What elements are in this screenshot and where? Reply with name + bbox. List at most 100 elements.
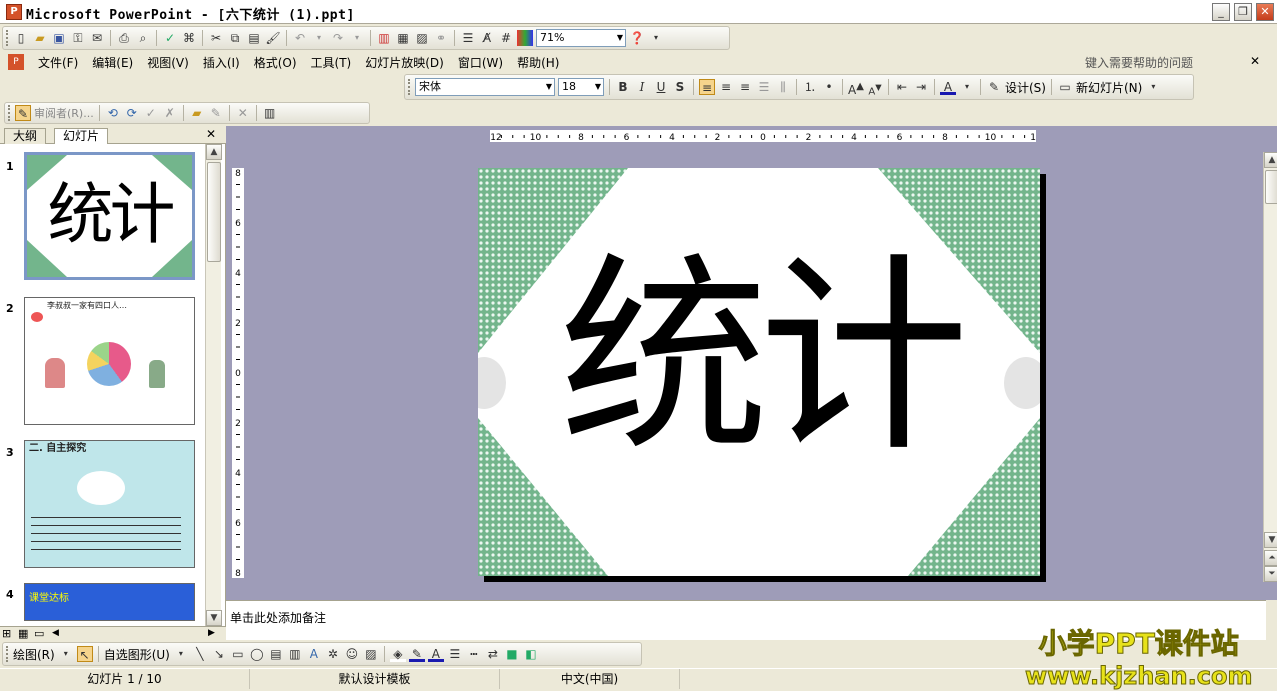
spelling-icon[interactable]: ✓ (162, 30, 178, 46)
slide-thumbnail-2[interactable]: 李叔叔一家有四口人… (24, 297, 195, 425)
increase-font-icon[interactable]: A▲ (848, 79, 864, 97)
edit-comment-icon[interactable]: ✎ (208, 105, 224, 121)
fill-color-icon[interactable]: ◈ (389, 646, 406, 662)
vertical-ruler[interactable]: 8 6 4 2 0 2 4 6 8 (232, 168, 244, 579)
scroll-down-icon[interactable]: ▼ (1264, 532, 1277, 548)
menu-format[interactable]: 格式(O) (254, 54, 297, 71)
panel-scrollbar[interactable]: ▲ ▼ (205, 144, 222, 626)
diagram-icon[interactable]: ✲ (325, 646, 341, 662)
scroll-up-icon[interactable]: ▲ (1264, 152, 1277, 168)
slide-sorter-icon[interactable]: ▦ (18, 627, 28, 640)
scroll-up-icon[interactable]: ▲ (206, 144, 222, 160)
draw-menu-button[interactable]: 绘图(R) (13, 646, 55, 663)
toolbar-options-icon[interactable]: ▾ (1145, 79, 1161, 95)
redo-icon[interactable]: ↷ (330, 30, 346, 46)
insert-chart-icon[interactable]: ▥ (376, 30, 392, 46)
vertical-textbox-icon[interactable]: ▥ (287, 646, 303, 662)
shadow-style-icon[interactable]: ■ (504, 646, 520, 662)
previous-item-icon[interactable]: ⟲ (105, 105, 121, 121)
slide-thumbnail-3[interactable]: 二. 自主探究 (24, 440, 195, 568)
open-folder-icon[interactable]: ▰ (32, 30, 48, 46)
unapply-icon[interactable]: ✗ (162, 105, 178, 121)
scroll-thumb[interactable] (1265, 170, 1277, 204)
align-center-icon[interactable]: ≡ (718, 79, 734, 95)
font-color-icon[interactable]: A (427, 646, 444, 662)
align-right-icon[interactable]: ≡ (737, 79, 753, 95)
scroll-left-icon[interactable]: ◀ (52, 628, 59, 638)
line-color-icon[interactable]: ✎ (408, 646, 425, 662)
markup-icon[interactable]: ✎ (15, 105, 31, 121)
delete-comment-icon[interactable]: ✕ (235, 105, 251, 121)
research-icon[interactable]: ⌘ (181, 30, 197, 46)
expand-all-icon[interactable]: ☰ (460, 30, 476, 46)
menu-insert[interactable]: 插入(I) (203, 54, 240, 71)
previous-slide-icon[interactable]: ⏶ (1264, 550, 1277, 566)
tab-outline[interactable]: 大纲 (4, 128, 47, 144)
line-icon[interactable]: ╲ (192, 646, 208, 662)
reviewing-pane-icon[interactable]: ▥ (262, 105, 278, 121)
select-objects-icon[interactable]: ↖ (76, 646, 93, 662)
shadow-icon[interactable]: S (672, 79, 688, 95)
justify-icon[interactable]: ☰ (756, 79, 772, 95)
toolbar-grip[interactable] (408, 79, 412, 95)
reviewer-button[interactable]: 审阅者(R)... (34, 105, 94, 121)
close-button[interactable]: ✕ (1256, 3, 1274, 21)
chevron-down-icon[interactable]: ▾ (173, 646, 189, 662)
insert-table-icon[interactable]: ▦ (395, 30, 411, 46)
format-painter-icon[interactable]: 🖌 (265, 30, 281, 46)
toolbar-options-icon[interactable]: ▾ (648, 30, 664, 46)
color-grayscale-icon[interactable] (517, 30, 533, 46)
align-left-icon[interactable]: ≡ (699, 79, 715, 95)
new-slide-button[interactable]: 新幻灯片(N) (1076, 79, 1142, 96)
font-select[interactable]: 宋体 ▼ (415, 78, 555, 96)
slide-thumbnail-1[interactable]: 统计 (24, 152, 195, 280)
apply-icon[interactable]: ✓ (143, 105, 159, 121)
undo-icon[interactable]: ↶ (292, 30, 308, 46)
permission-icon[interactable]: ⚿ (70, 30, 86, 46)
clipart-icon[interactable]: ☺ (344, 646, 360, 662)
insert-hyperlink-icon[interactable]: ⚭ (433, 30, 449, 46)
document-icon[interactable]: P (8, 54, 24, 70)
menu-edit[interactable]: 编辑(E) (92, 54, 133, 71)
3d-style-icon[interactable]: ◧ (523, 646, 539, 662)
decrease-font-icon[interactable]: A▼ (867, 79, 883, 97)
italic-icon[interactable]: I (634, 79, 650, 95)
rectangle-icon[interactable]: ▭ (230, 646, 246, 662)
arrow-style-icon[interactable]: ⇄ (485, 646, 501, 662)
bold-icon[interactable]: B (615, 79, 631, 95)
cut-icon[interactable]: ✂ (208, 30, 224, 46)
menu-view[interactable]: 视图(V) (147, 54, 189, 71)
increase-indent-icon[interactable]: ⇥ (913, 79, 929, 95)
paste-icon[interactable]: ▤ (246, 30, 262, 46)
new-file-icon[interactable]: ▯ (13, 30, 29, 46)
show-formatting-icon[interactable]: A̸ (479, 30, 495, 46)
notes-placeholder[interactable]: 单击此处添加备注 (230, 609, 326, 626)
close-document-icon[interactable]: ✕ (1250, 54, 1260, 68)
chevron-down-icon[interactable]: ▾ (58, 646, 74, 662)
help-search-input[interactable]: 键入需要帮助的问题 (1085, 54, 1193, 71)
show-grid-icon[interactable]: # (498, 30, 514, 46)
scroll-right-icon[interactable]: ▶ (208, 628, 215, 638)
menu-file[interactable]: 文件(F) (38, 54, 78, 71)
next-item-icon[interactable]: ⟳ (124, 105, 140, 121)
normal-view-icon[interactable]: ⊞ (2, 627, 11, 640)
redo-dropdown-icon[interactable]: ▾ (349, 30, 365, 46)
arrow-icon[interactable]: ↘ (211, 646, 227, 662)
slide-title[interactable]: 统计 (478, 238, 1040, 478)
scroll-down-icon[interactable]: ▼ (206, 610, 222, 626)
tab-slides[interactable]: 幻灯片 (54, 128, 109, 144)
menu-window[interactable]: 窗口(W) (458, 54, 503, 71)
print-preview-icon[interactable]: ⌕ (135, 30, 151, 46)
autoshapes-button[interactable]: 自选图形(U) (104, 646, 170, 663)
numbering-icon[interactable]: ⒈ (802, 79, 818, 95)
menu-help[interactable]: 帮助(H) (517, 54, 559, 71)
decrease-indent-icon[interactable]: ⇤ (894, 79, 910, 95)
font-color-icon[interactable]: A (940, 79, 956, 95)
minimize-button[interactable]: _ (1212, 3, 1230, 21)
slideshow-icon[interactable]: ▭ (34, 627, 44, 640)
picture-icon[interactable]: ▨ (363, 646, 379, 662)
copy-icon[interactable]: ⧉ (227, 30, 243, 46)
close-panel-icon[interactable]: ✕ (206, 127, 216, 141)
oval-icon[interactable]: ◯ (249, 646, 265, 662)
textbox-icon[interactable]: ▤ (268, 646, 284, 662)
